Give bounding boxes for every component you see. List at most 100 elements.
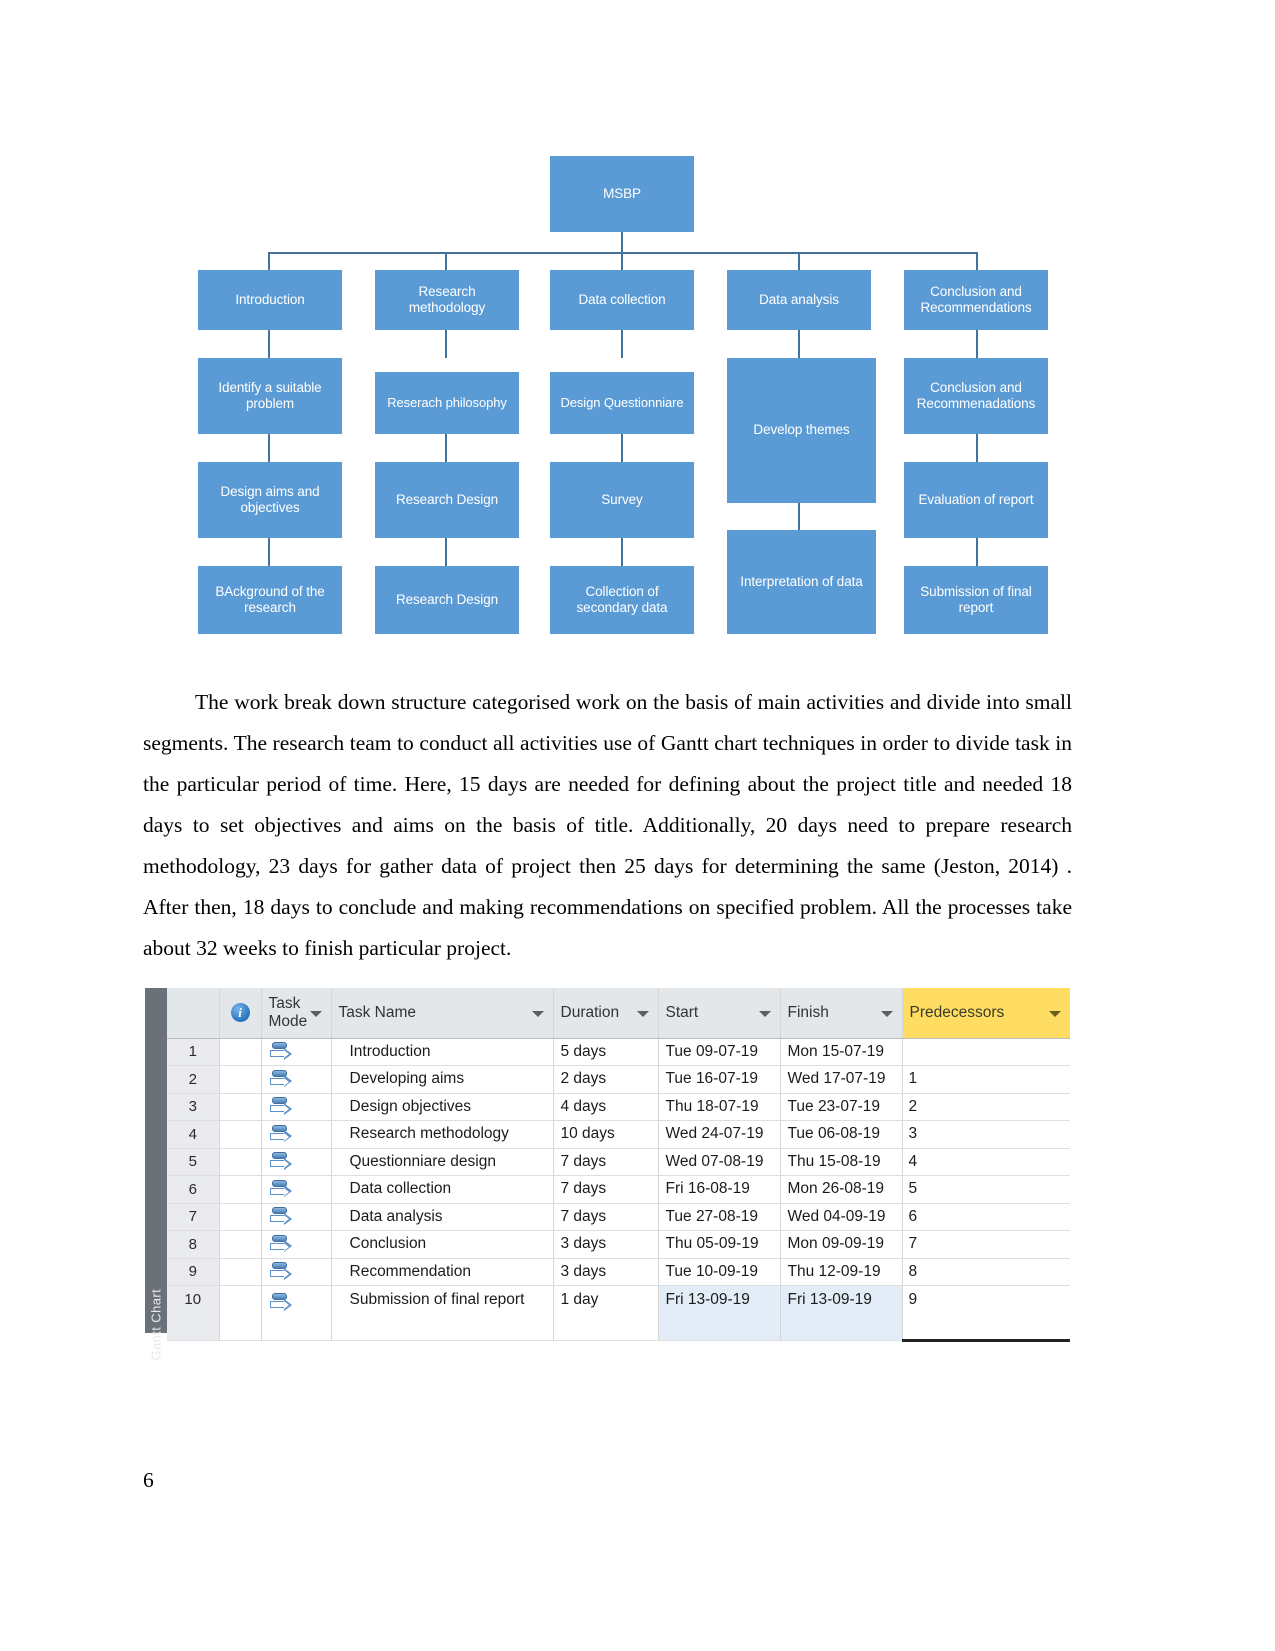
column-header-start[interactable]: Start (658, 988, 781, 1039)
cell-task-name[interactable]: Recommendation (331, 1258, 554, 1286)
cell-start[interactable]: Tue 16-07-19 (658, 1065, 781, 1094)
cell-finish[interactable]: Mon 09-09-19 (780, 1230, 903, 1259)
column-header-duration[interactable]: Duration (553, 988, 659, 1039)
cell-finish[interactable]: Tue 06-08-19 (780, 1120, 903, 1149)
cell-duration[interactable]: 5 days (553, 1038, 659, 1066)
wbs-node-l1-conclusion-recommendations[interactable]: Conclusion and Recommendations (904, 270, 1048, 330)
cell-task-name[interactable]: Data collection (331, 1175, 554, 1204)
cell-indicator[interactable] (219, 1093, 262, 1121)
table-row[interactable]: 2 Developing aims 2 days Tue 16-07-19 We… (167, 1065, 1070, 1094)
cell-task-mode[interactable] (261, 1065, 332, 1094)
wbs-node-l1-data-collection[interactable]: Data collection (550, 270, 694, 330)
chevron-down-icon[interactable] (531, 1010, 544, 1017)
cell-task-name[interactable]: Questionniare design (331, 1148, 554, 1176)
wbs-node-l1-research-methodology[interactable]: Research methodology (375, 270, 519, 330)
cell-duration[interactable]: 7 days (553, 1203, 659, 1231)
cell-predecessors[interactable]: 7 (902, 1230, 1070, 1259)
chevron-down-icon[interactable] (758, 1010, 771, 1017)
table-row[interactable]: 7 Data analysis 7 days Tue 27-08-19 Wed … (167, 1203, 1070, 1231)
cell-duration[interactable]: 4 days (553, 1093, 659, 1121)
column-header-finish[interactable]: Finish (780, 988, 903, 1039)
column-header-task-name[interactable]: Task Name (331, 988, 554, 1039)
cell-start[interactable]: Tue 09-07-19 (658, 1038, 781, 1066)
wbs-node-conclusion-recommenadations[interactable]: Conclusion and Recommenadations (904, 358, 1048, 434)
cell-task-mode[interactable] (261, 1230, 332, 1259)
chevron-down-icon[interactable] (309, 1010, 322, 1017)
wbs-node-collection-secondary-data[interactable]: Collection of secondary data (550, 566, 694, 634)
wbs-node-research-design-2[interactable]: Research Design (375, 566, 519, 634)
cell-indicator[interactable] (219, 1065, 262, 1094)
cell-predecessors[interactable]: 8 (902, 1258, 1070, 1286)
cell-predecessors[interactable]: 2 (902, 1093, 1070, 1121)
cell-task-mode[interactable] (261, 1175, 332, 1204)
cell-start[interactable]: Wed 24-07-19 (658, 1120, 781, 1149)
cell-task-name[interactable]: Research methodology (331, 1120, 554, 1149)
wbs-node-develop-themes[interactable]: Develop themes (727, 358, 876, 503)
cell-task-name[interactable]: Introduction (331, 1038, 554, 1066)
cell-start[interactable]: Thu 05-09-19 (658, 1230, 781, 1259)
cell-predecessors[interactable]: 5 (902, 1175, 1070, 1204)
table-row[interactable]: 4 Research methodology 10 days Wed 24-07… (167, 1120, 1070, 1149)
cell-task-mode[interactable] (261, 1148, 332, 1176)
wbs-node-research-philosophy[interactable]: Reserach philosophy (375, 372, 519, 434)
cell-indicator[interactable] (219, 1258, 262, 1286)
cell-task-name[interactable]: Conclusion (331, 1230, 554, 1259)
column-header-indicators[interactable]: i (219, 988, 262, 1039)
table-row[interactable]: 10 Submission of final report 1 day Fri … (167, 1285, 1070, 1342)
column-header-task-mode[interactable]: Task Mode (261, 988, 332, 1039)
cell-predecessors[interactable]: 9 (902, 1285, 1070, 1342)
cell-task-mode[interactable] (261, 1258, 332, 1286)
table-row[interactable]: 6 Data collection 7 days Fri 16-08-19 Mo… (167, 1175, 1070, 1204)
table-row[interactable]: 9 Recommendation 3 days Tue 10-09-19 Thu… (167, 1258, 1070, 1286)
column-header-predecessors[interactable]: Predecessors (902, 988, 1070, 1039)
wbs-node-l1-data-analysis[interactable]: Data analysis (727, 270, 871, 330)
cell-predecessors[interactable]: 1 (902, 1065, 1070, 1094)
cell-indicator[interactable] (219, 1175, 262, 1204)
wbs-node-design-aims-objectives[interactable]: Design aims and objectives (198, 462, 342, 538)
cell-start[interactable]: Fri 13-09-19 (658, 1285, 781, 1341)
cell-indicator[interactable] (219, 1148, 262, 1176)
wbs-node-interpretation-of-data[interactable]: Interpretation of data (727, 530, 876, 634)
cell-finish[interactable]: Thu 12-09-19 (780, 1258, 903, 1286)
table-row[interactable]: 1 Introduction 5 days Tue 09-07-19 Mon 1… (167, 1038, 1070, 1066)
cell-predecessors[interactable]: 3 (902, 1120, 1070, 1149)
chevron-down-icon[interactable] (636, 1010, 649, 1017)
cell-finish[interactable]: Fri 13-09-19 (780, 1285, 903, 1341)
wbs-node-submission-final-report[interactable]: Submission of final report (904, 566, 1048, 634)
wbs-node-l1-introduction[interactable]: Introduction (198, 270, 342, 330)
cell-duration[interactable]: 2 days (553, 1065, 659, 1094)
cell-start[interactable]: Fri 16-08-19 (658, 1175, 781, 1204)
cell-task-mode[interactable] (261, 1093, 332, 1121)
cell-task-name[interactable]: Developing aims (331, 1065, 554, 1094)
cell-task-mode[interactable] (261, 1285, 332, 1341)
cell-predecessors[interactable] (902, 1038, 1070, 1066)
cell-duration[interactable]: 3 days (553, 1258, 659, 1286)
wbs-node-design-questionniare[interactable]: Design Questionniare (550, 372, 694, 434)
cell-duration[interactable]: 7 days (553, 1148, 659, 1176)
cell-finish[interactable]: Wed 17-07-19 (780, 1065, 903, 1094)
cell-start[interactable]: Wed 07-08-19 (658, 1148, 781, 1176)
wbs-node-root[interactable]: MSBP (550, 156, 694, 232)
wbs-node-survey[interactable]: Survey (550, 462, 694, 538)
table-row[interactable]: 3 Design objectives 4 days Thu 18-07-19 … (167, 1093, 1070, 1121)
cell-task-name[interactable]: Design objectives (331, 1093, 554, 1121)
cell-task-mode[interactable] (261, 1120, 332, 1149)
cell-indicator[interactable] (219, 1285, 262, 1341)
cell-duration[interactable]: 10 days (553, 1120, 659, 1149)
cell-task-mode[interactable] (261, 1038, 332, 1066)
wbs-node-background-of-research[interactable]: BAckground of the research (198, 566, 342, 634)
cell-duration[interactable]: 7 days (553, 1175, 659, 1204)
cell-indicator[interactable] (219, 1230, 262, 1259)
cell-start[interactable]: Tue 27-08-19 (658, 1203, 781, 1231)
cell-finish[interactable]: Mon 15-07-19 (780, 1038, 903, 1066)
cell-task-name[interactable]: Submission of final report (331, 1285, 554, 1341)
cell-start[interactable]: Thu 18-07-19 (658, 1093, 781, 1121)
table-row[interactable]: 5 Questionniare design 7 days Wed 07-08-… (167, 1148, 1070, 1176)
chevron-down-icon[interactable] (880, 1010, 893, 1017)
cell-finish[interactable]: Mon 26-08-19 (780, 1175, 903, 1204)
wbs-node-research-design-1[interactable]: Research Design (375, 462, 519, 538)
wbs-node-identify-suitable-problem[interactable]: Identify a suitable problem (198, 358, 342, 434)
cell-finish[interactable]: Wed 04-09-19 (780, 1203, 903, 1231)
cell-start[interactable]: Tue 10-09-19 (658, 1258, 781, 1286)
cell-indicator[interactable] (219, 1120, 262, 1149)
